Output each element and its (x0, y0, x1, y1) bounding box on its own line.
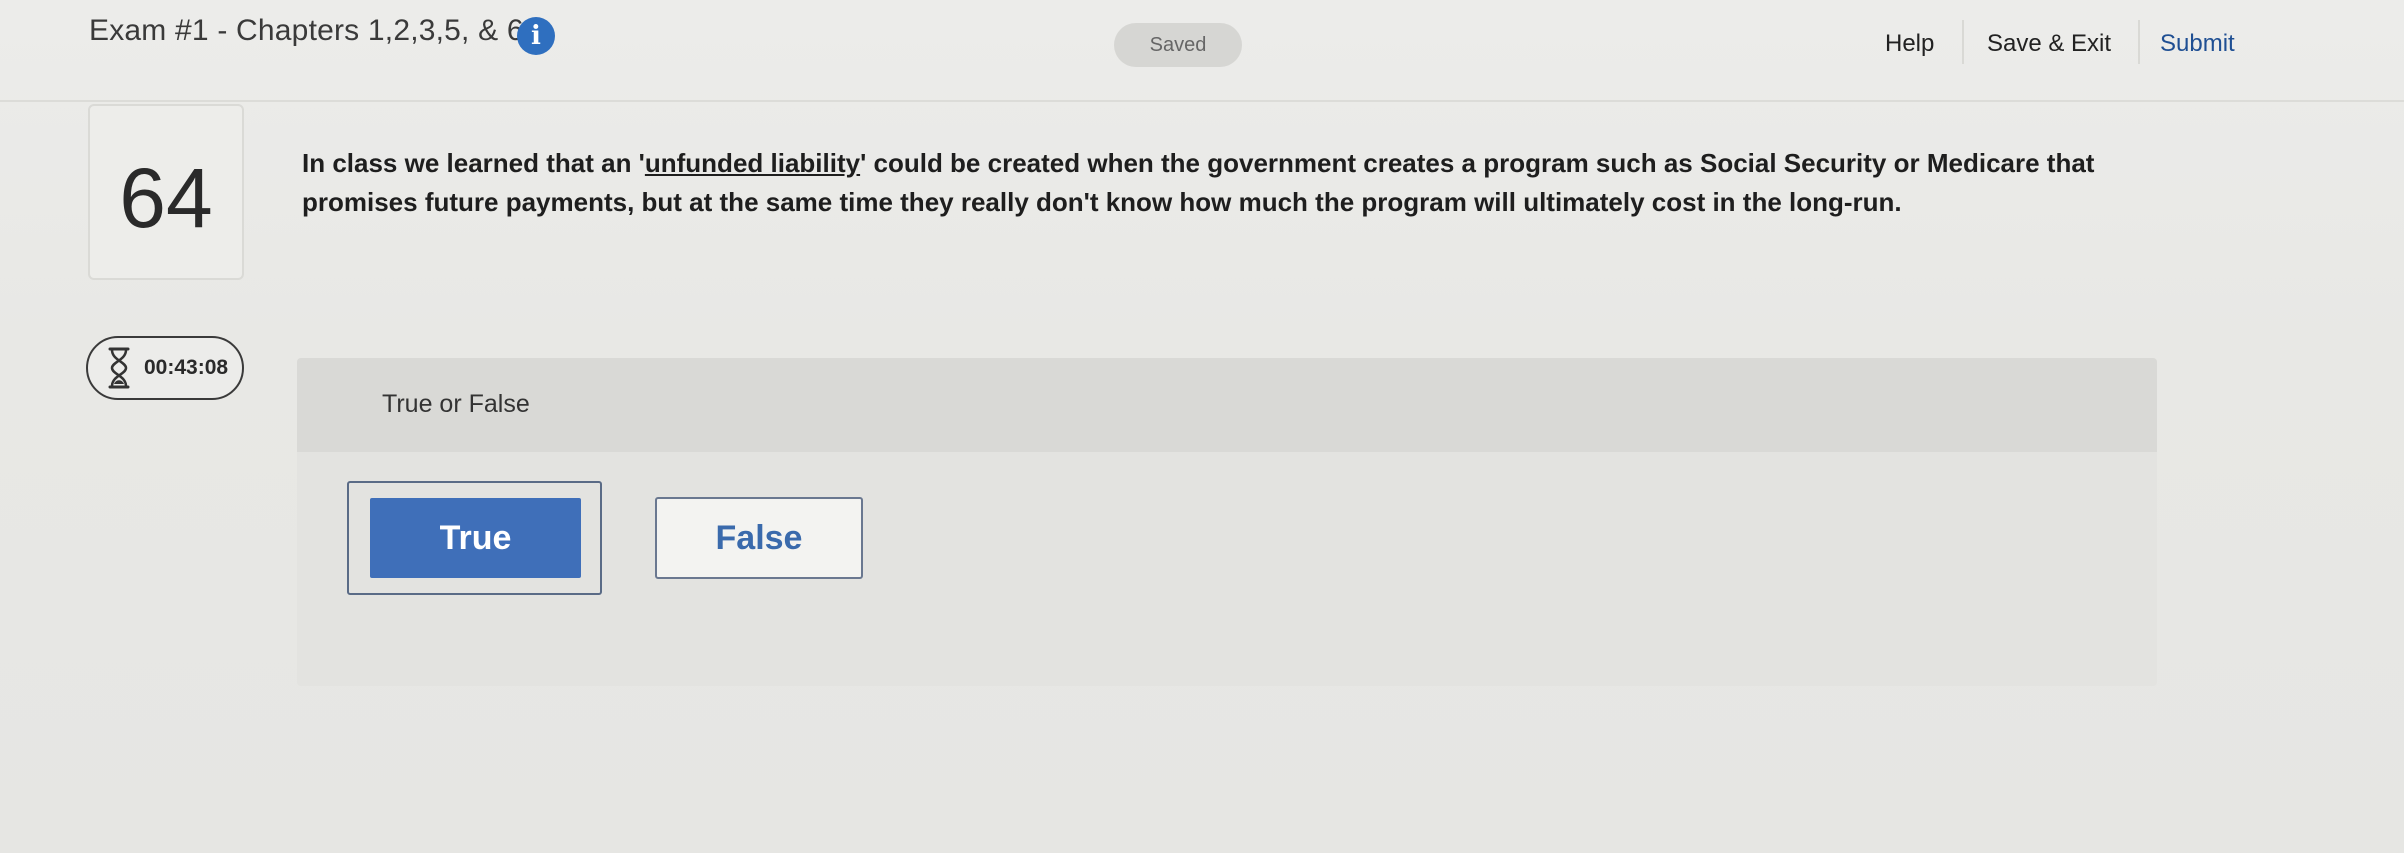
true-option-focus-ring: True (347, 481, 602, 595)
save-exit-link[interactable]: Save & Exit (1987, 30, 2111, 58)
help-link[interactable]: Help (1885, 30, 1934, 58)
question-number-card: 64 (88, 104, 244, 280)
submit-link[interactable]: Submit (2160, 30, 2235, 58)
timer-text: 00:43:08 (144, 356, 229, 379)
exam-header: Exam #1 - Chapters 1,2,3,5, & 6 i Saved … (0, 0, 2404, 102)
exam-title: Exam #1 - Chapters 1,2,3,5, & 6 (89, 14, 524, 47)
true-button[interactable]: True (370, 498, 581, 578)
hourglass-icon (108, 347, 130, 389)
timer[interactable]: 00:43:08 (86, 336, 244, 400)
saved-status-badge: Saved (1114, 23, 1242, 67)
question-text: In class we learned that an 'unfunded li… (302, 144, 2142, 222)
answer-panel-header: True or False (297, 358, 2157, 452)
info-icon[interactable]: i (517, 17, 555, 55)
answer-panel: True or False True False (297, 358, 2157, 686)
false-button[interactable]: False (655, 497, 863, 579)
question-number: 64 (119, 151, 213, 245)
nav-divider (2138, 20, 2140, 64)
nav-divider (1962, 20, 1964, 64)
unfunded-liability-term: unfunded liability (644, 148, 861, 178)
question-text-before: In class we learned that an ' (302, 148, 645, 178)
question-type-label: True or False (382, 390, 530, 418)
